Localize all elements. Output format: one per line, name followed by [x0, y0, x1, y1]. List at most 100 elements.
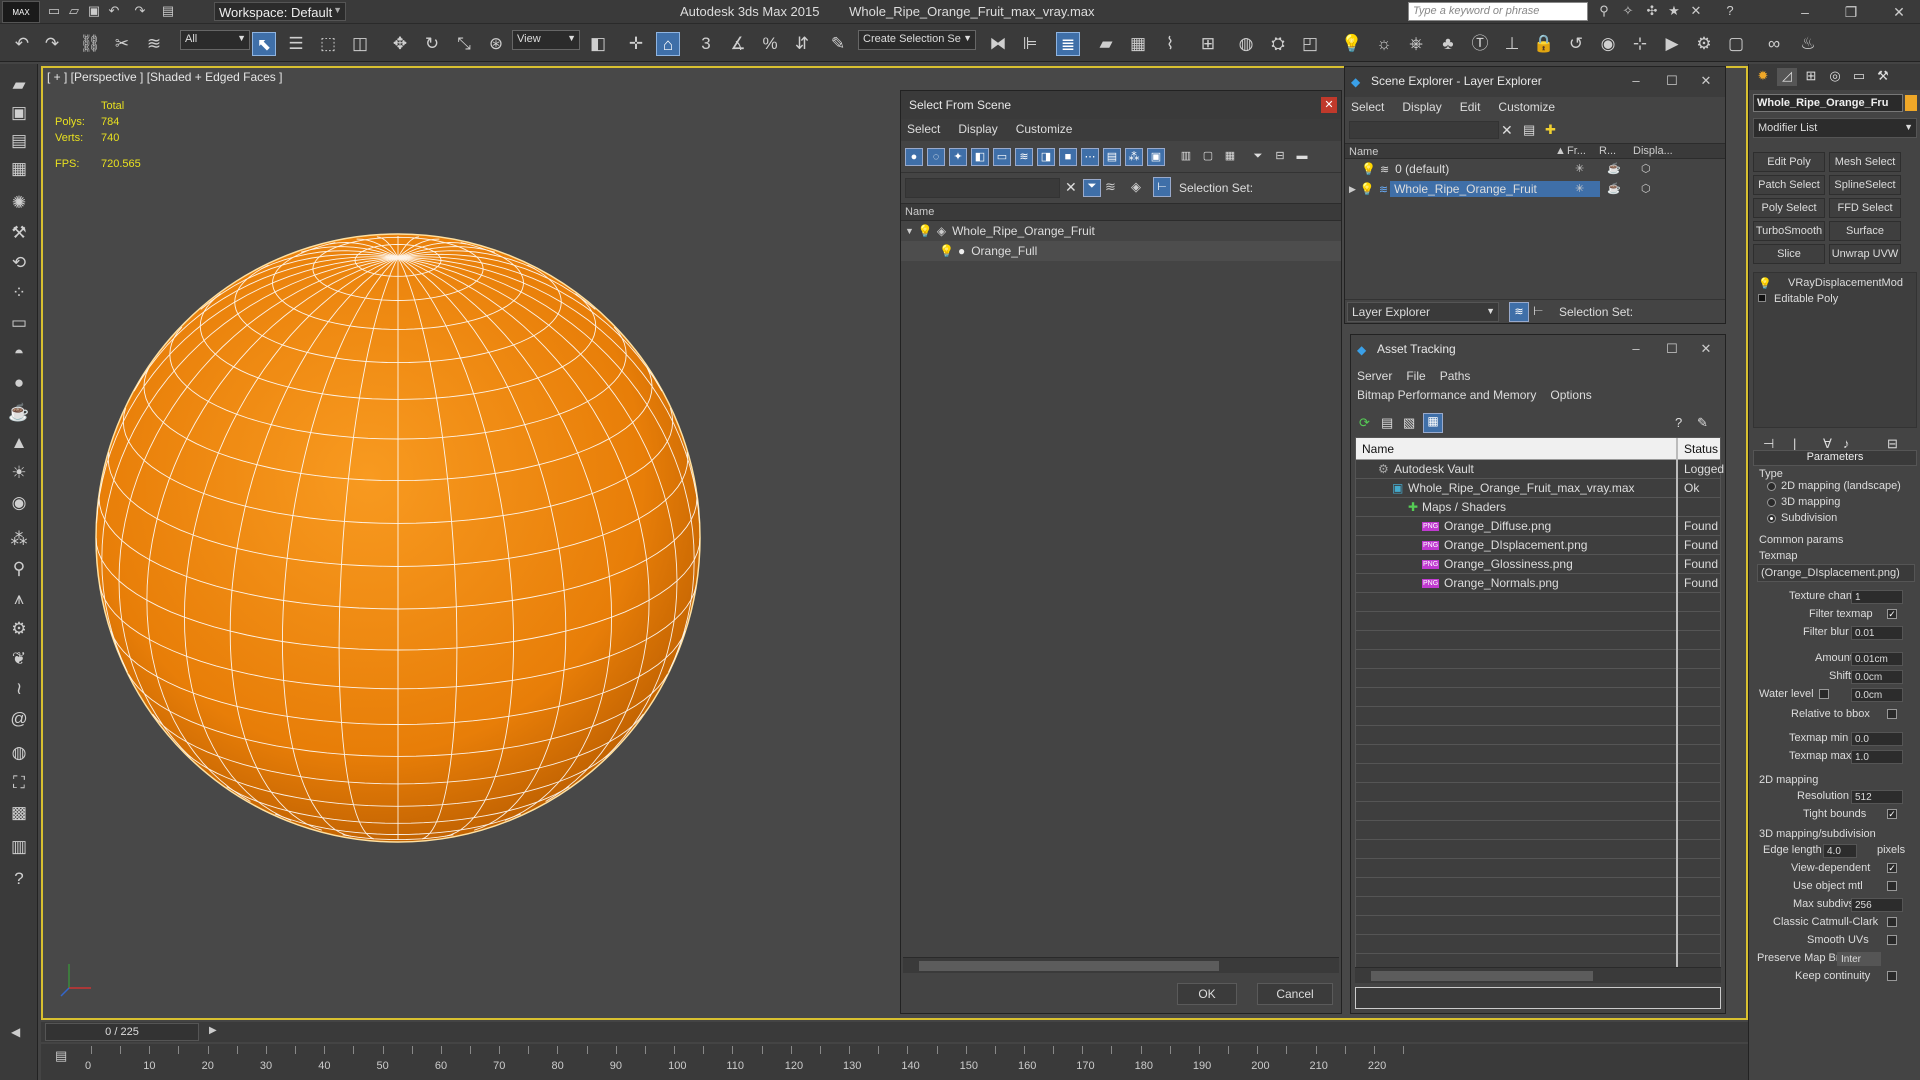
tree-icon[interactable]: ♣	[1436, 32, 1460, 56]
find-input[interactable]	[905, 178, 1060, 198]
close-icon[interactable]: ✕	[1321, 97, 1337, 113]
lock-icon[interactable]: 🔒	[1532, 32, 1556, 56]
expand-arrow-icon[interactable]: ▶	[1349, 184, 1356, 195]
gear-icon[interactable]: ⚙	[6, 616, 32, 642]
sphere-icon[interactable]: ●	[6, 370, 32, 396]
display-xrefs-icon[interactable]: ■	[1059, 148, 1077, 166]
plant-icon[interactable]: ❦	[6, 646, 32, 672]
asset-row-max-file[interactable]: ▣ Whole_Ripe_Orange_Fruit_max_vray.max O…	[1356, 479, 1720, 498]
helper-icon[interactable]: ⊥	[1500, 32, 1524, 56]
display-cameras-icon[interactable]: ◧	[971, 148, 989, 166]
orange-sphere-mesh[interactable]	[93, 233, 713, 853]
display-groups-icon[interactable]: ◨	[1037, 148, 1055, 166]
menu-display[interactable]: Display	[1402, 100, 1441, 116]
asset-tracking-title-bar[interactable]: ◆ Asset Tracking – ☐ ✕	[1351, 335, 1725, 365]
reference-coordinate-dropdown[interactable]: View ▼	[512, 30, 580, 50]
keep-continuity-checkbox[interactable]	[1887, 971, 1897, 981]
particles-icon[interactable]: ⁂	[6, 526, 32, 552]
edge-length-spinner[interactable]: 4.0	[1823, 844, 1857, 858]
slice-button[interactable]: Slice	[1753, 244, 1825, 264]
pivot-center-icon[interactable]: ◧	[586, 32, 610, 56]
clipboard-icon[interactable]: ▥	[6, 834, 32, 860]
bind-space-warp-icon[interactable]: ≋	[142, 32, 166, 56]
settings-icon[interactable]: ⚙	[1692, 32, 1716, 56]
shift-spinner[interactable]: 0.0cm	[1851, 670, 1903, 684]
help-icon[interactable]: ?	[1675, 415, 1682, 430]
texmap-button[interactable]: (Orange_DIsplacement.png)	[1757, 564, 1915, 582]
stack-item-vray-displacement[interactable]: 💡 VRayDisplacementMod	[1754, 277, 1916, 293]
filter-blur-spinner[interactable]: 0.01	[1851, 626, 1903, 640]
menu-customize[interactable]: Customize	[1498, 100, 1555, 116]
search-input[interactable]: Type a keyword or phrase	[1408, 2, 1588, 21]
redo-icon[interactable]: ↷	[132, 3, 148, 19]
tree-item-orange-full[interactable]: 💡 ● Orange_Full	[901, 241, 1341, 261]
bone-icon[interactable]: ⚲	[6, 556, 32, 582]
new-layer-icon[interactable]: ▤	[1523, 122, 1535, 138]
ok-button[interactable]: OK	[1177, 983, 1237, 1005]
utilities-tab-icon[interactable]: ⚒	[1873, 68, 1893, 86]
object-color-swatch[interactable]	[1905, 95, 1917, 111]
texture-chan-spinner[interactable]: 1	[1851, 590, 1903, 604]
asset-path-field[interactable]	[1355, 987, 1721, 1009]
scrollbar-thumb[interactable]	[1371, 971, 1593, 981]
help-icon[interactable]: ?	[1722, 3, 1738, 19]
menu-options[interactable]: Options	[1550, 386, 1591, 405]
curve-editor-icon[interactable]: ⌇	[1158, 32, 1182, 56]
layers-icon[interactable]: ≋	[1105, 179, 1116, 195]
cycle-icon[interactable]: ⟲	[6, 250, 32, 276]
spline-select-button[interactable]: SplineSelect	[1829, 175, 1901, 195]
undo-icon[interactable]: ↶	[106, 3, 122, 19]
collapse-box-icon[interactable]	[1758, 294, 1766, 302]
time-slider[interactable]: ◀ 0 / 225 ▶	[11, 1022, 1748, 1042]
render-icon[interactable]: ◉	[1596, 32, 1620, 56]
box-icon[interactable]: ▰	[6, 72, 32, 98]
unwrap-uvw-button[interactable]: Unwrap UVW	[1829, 244, 1901, 264]
play-icon[interactable]: ▶	[1660, 32, 1684, 56]
freeze-icon[interactable]: ✳	[1575, 162, 1584, 175]
curve-editor-mini-icon[interactable]: ▤	[55, 1048, 67, 1064]
render-setup-icon[interactable]: ⛭	[1266, 32, 1290, 56]
radio-subdivision[interactable]	[1767, 514, 1776, 523]
remove-modifier-icon[interactable]: ♪	[1843, 436, 1850, 451]
grid-icon[interactable]: ⊹	[1628, 32, 1652, 56]
minimize-button[interactable]: –	[1790, 2, 1820, 22]
menu-display[interactable]: Display	[958, 122, 997, 138]
select-object-icon[interactable]: ⬉	[252, 32, 276, 56]
next-frame-icon[interactable]: ▶	[209, 1025, 217, 1036]
scene-explorer-toggle-icon[interactable]: ≣	[1056, 32, 1080, 56]
light-bulb-icon[interactable]: 💡	[1340, 32, 1364, 56]
modify-tab-icon[interactable]: ◿	[1777, 68, 1797, 86]
display-column-label[interactable]: Displa...	[1633, 145, 1673, 157]
radio-3d-mapping[interactable]	[1767, 498, 1776, 507]
lamp-icon[interactable]: ♨	[1796, 32, 1820, 56]
tree-item-orange-fruit[interactable]: ▼ 💡 ◈ Whole_Ripe_Orange_Fruit	[901, 221, 1341, 241]
freeze-icon[interactable]: ✳	[1575, 182, 1584, 195]
menu-bitmap-performance[interactable]: Bitmap Performance and Memory	[1357, 386, 1536, 405]
hierarchy-icon[interactable]: ▬	[1293, 148, 1311, 166]
percent-snap-icon[interactable]: %	[758, 32, 782, 56]
cancel-button[interactable]: Cancel	[1257, 983, 1333, 1005]
teapot-icon[interactable]: ☕	[6, 400, 32, 426]
max-subdivs-spinner[interactable]: 256	[1851, 898, 1903, 912]
smooth-uvs-checkbox[interactable]	[1887, 935, 1897, 945]
select-from-scene-title-bar[interactable]: Select From Scene ✕	[901, 91, 1341, 119]
cone-icon[interactable]: ▲	[6, 430, 32, 456]
explorer-type-dropdown[interactable]: Layer Explorer ▼	[1347, 302, 1499, 322]
settings-icon[interactable]: ✎	[1697, 415, 1708, 431]
motion-tab-icon[interactable]: ◎	[1825, 68, 1845, 86]
select-invert-icon[interactable]: ▦	[1221, 148, 1239, 166]
graphite-ribbon-icon[interactable]: ▦	[1126, 32, 1150, 56]
placement-icon[interactable]: ⊛	[484, 32, 508, 56]
named-selection-set-dropdown[interactable]: Create Selection Se ▼	[858, 30, 976, 50]
view-dependent-checkbox[interactable]: ✓	[1887, 863, 1897, 873]
rectangular-selection-icon[interactable]: ⬚	[316, 32, 340, 56]
light-bulb-icon[interactable]: 💡	[1758, 277, 1772, 290]
rect-icon[interactable]: ▭	[6, 310, 32, 336]
asset-row-maps[interactable]: ✚ Maps / Shaders	[1356, 498, 1720, 517]
selection-filter-dropdown[interactable]: All ▼	[180, 30, 250, 50]
redo-icon[interactable]: ↷	[40, 32, 64, 56]
snap-toggle-icon[interactable]: 3	[694, 32, 718, 56]
hierarchy-tab-icon[interactable]: ⊞	[1801, 68, 1821, 86]
scene-explorer-title-bar[interactable]: ◆ Scene Explorer - Layer Explorer – ☐ ✕	[1345, 67, 1725, 97]
name-column-header[interactable]: Name	[901, 203, 1341, 221]
